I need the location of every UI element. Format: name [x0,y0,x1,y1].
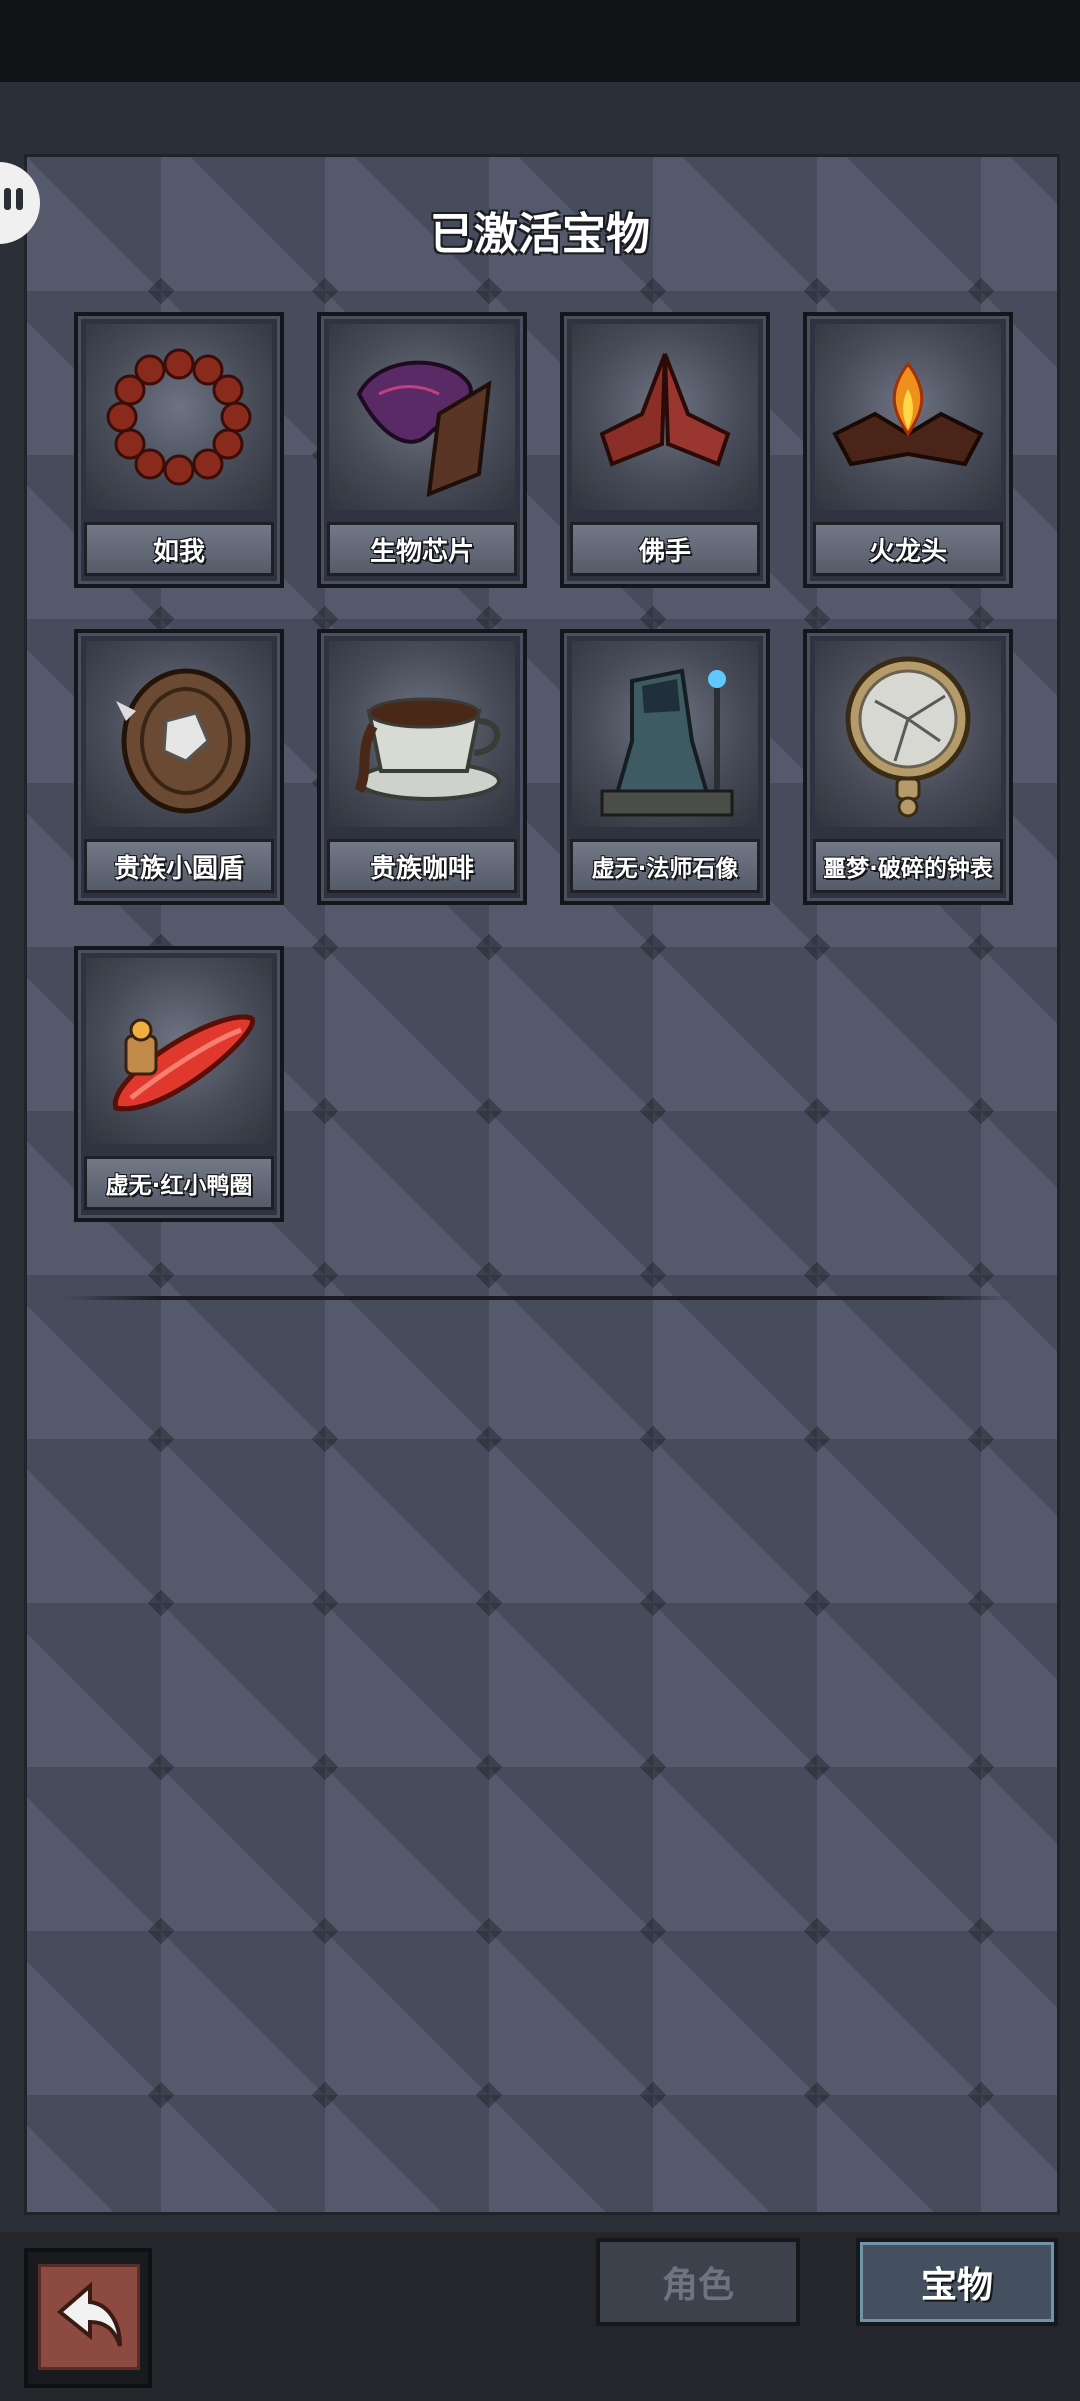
tab-treasure[interactable]: 宝物 [856,2238,1058,2326]
fire-dragon-head-icon [815,324,1001,510]
treasure-label: 火龙头 [813,522,1003,576]
bio-chip-icon [329,324,515,510]
page-title: 已激活宝物 [430,209,650,260]
coffee-cup-icon [329,641,515,827]
back-arrow-icon [56,2281,122,2347]
treasure-card-pocketwatch[interactable]: 噩梦·破碎的钟表 [803,629,1013,905]
prayer-beads-icon [86,324,272,510]
broken-pocket-watch-icon [815,641,1001,827]
treasure-label: 噩梦·破碎的钟表 [813,839,1003,893]
treasure-card-biochip[interactable]: 生物芯片 [317,312,527,588]
red-duck-ring-icon [86,958,272,1144]
treasure-label: 佛手 [570,522,760,576]
treasure-label: 贵族小圆盾 [84,839,274,893]
section-divider [64,1296,1014,1300]
treasure-card-ruwo[interactable]: 如我 [74,312,284,588]
back-button[interactable] [24,2248,152,2388]
tab-role[interactable]: 角色 [596,2238,800,2326]
mage-statue-icon [572,641,758,827]
treasure-card-dragonhead[interactable]: 火龙头 [803,312,1013,588]
treasure-card-coffee[interactable]: 贵族咖啡 [317,629,527,905]
treasure-label: 虚无·法师石像 [570,839,760,893]
treasure-label: 虚无·红小鸭圈 [84,1156,274,1210]
treasure-card-shield[interactable]: 贵族小圆盾 [74,629,284,905]
treasure-label: 贵族咖啡 [327,839,517,893]
status-bar [0,0,1080,82]
treasure-card-duckring[interactable]: 虚无·红小鸭圈 [74,946,284,1222]
treasure-card-magestatue[interactable]: 虚无·法师石像 [560,629,770,905]
treasure-label: 生物芯片 [327,522,517,576]
treasure-label: 如我 [84,522,274,576]
buddha-hands-icon [572,324,758,510]
treasure-card-foshou[interactable]: 佛手 [560,312,770,588]
round-shield-icon [86,641,272,827]
